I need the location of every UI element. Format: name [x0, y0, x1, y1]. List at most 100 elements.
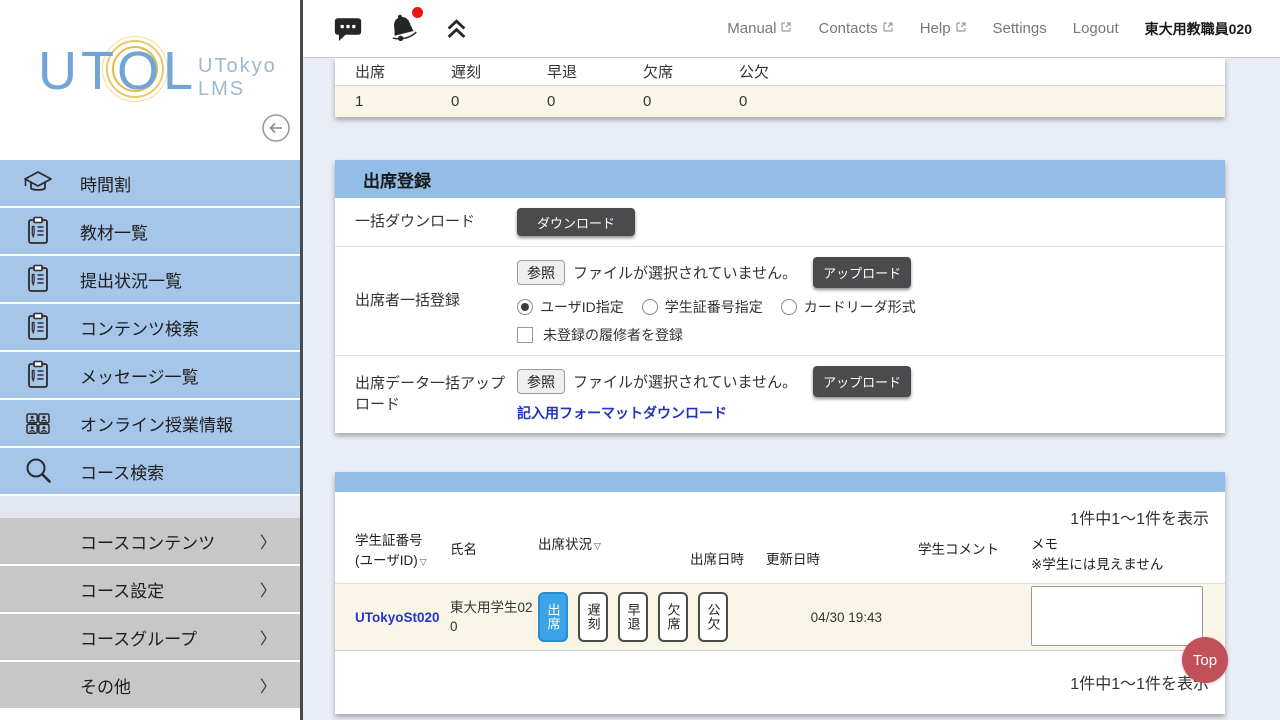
sidebar-item-label: コンテンツ検索 [80, 315, 199, 340]
no-file-selected-text: ファイルが選択されていません。 [573, 371, 797, 392]
column-header-attended-at: 出席日時 [690, 550, 766, 570]
sidebar-item-online-class-info[interactable]: オンライン授業情報 [0, 400, 300, 448]
double-chevron-up-icon[interactable] [443, 15, 470, 42]
sidebar-item-course-settings[interactable]: コース設定 〉 [0, 566, 300, 614]
sidebar-item-materials[interactable]: 教材一覧 [0, 208, 300, 256]
user-name: 東大用教職員020 [1145, 19, 1252, 39]
bulk-register-row: 出席者一括登録 参照 ファイルが選択されていません。 アップロード ユーザID指… [335, 247, 1225, 356]
topbar-links: Manual Contacts Help Settings Logout 東大用… [727, 19, 1280, 39]
sidebar-item-messages[interactable]: メッセージ一覧 [0, 352, 300, 400]
notification-dot [412, 7, 423, 18]
checkbox-label: 未登録の履修者を登録 [543, 325, 683, 345]
summary-value: 0 [451, 93, 547, 110]
status-button-present[interactable]: 出席 [538, 592, 568, 642]
settings-link[interactable]: Settings [993, 20, 1047, 37]
graduation-cap-icon [22, 167, 54, 199]
student-id-cell: UTokyoSt020 [355, 610, 450, 625]
download-button[interactable]: ダウンロード [517, 208, 635, 236]
sidebar-course-menu: コースコンテンツ 〉 コース設定 〉 コースグループ 〉 その他 〉 [0, 518, 300, 710]
logo-area: UTOL UTokyo LMS [0, 0, 300, 160]
summary-col-header: 出席 [355, 61, 451, 82]
sidebar-item-others[interactable]: その他 〉 [0, 662, 300, 710]
clipboard-icon [22, 263, 54, 295]
radio-selected-icon[interactable] [517, 299, 533, 315]
student-id-link[interactable]: UTokyoSt020 [355, 610, 440, 625]
summary-value: 0 [643, 93, 739, 110]
external-link-icon [955, 20, 967, 37]
logo-subtitle: UTokyo LMS [198, 55, 277, 101]
topbar: Manual Contacts Help Settings Logout 東大用… [303, 0, 1280, 58]
online-class-icon [22, 407, 54, 439]
notification-bell-icon[interactable] [385, 11, 421, 47]
sidebar: UTOL UTokyo LMS 時間割 [0, 0, 300, 720]
summary-value-row: 1 0 0 0 0 [335, 86, 1225, 117]
radio-unselected-icon[interactable] [642, 299, 658, 315]
column-header-status[interactable]: 出席状況▽ [538, 535, 690, 555]
attendance-register-section: 出席登録 一括ダウンロード ダウンロード 出席者一括登録 参照 ファイルが選択さ… [335, 160, 1225, 433]
radio-user-id[interactable]: ユーザID指定 [517, 297, 624, 317]
status-button-early-leave[interactable]: 早退 [618, 592, 648, 642]
bulk-download-label: 一括ダウンロード [335, 212, 517, 232]
summary-col-header: 遅刻 [451, 61, 547, 82]
summary-header-row: 出席 遅刻 早退 欠席 公欠 [335, 58, 1225, 86]
sidebar-item-label: コース設定 [80, 577, 164, 602]
column-header-name: 氏名 [450, 540, 538, 560]
checkbox-unchecked-icon[interactable] [517, 327, 533, 343]
register-unregistered-checkbox-row: 未登録の履修者を登録 [517, 325, 1225, 345]
sidebar-item-label: 時間割 [80, 171, 131, 196]
radio-card-reader[interactable]: カードリーダ形式 [781, 297, 916, 317]
bulk-register-label: 出席者一括登録 [335, 291, 517, 311]
summary-value: 0 [547, 93, 643, 110]
logout-link[interactable]: Logout [1073, 20, 1119, 37]
status-button-absent[interactable]: 欠席 [658, 592, 688, 642]
summary-value: 0 [739, 93, 835, 110]
manual-link[interactable]: Manual [727, 20, 792, 37]
summary-col-header: 欠席 [643, 61, 739, 82]
list-header-row: 学生証番号 (ユーザID)▽ 氏名 出席状況▽ 出席日時 更新日時 学生コメント… [335, 531, 1225, 583]
upload-button[interactable]: アップロード [813, 366, 911, 397]
search-icon [22, 455, 54, 487]
sidebar-item-course-search[interactable]: コース検索 [0, 448, 300, 496]
main-content: 出席 遅刻 早退 欠席 公欠 1 0 0 0 0 出席登録 一括ダウンロード ダ… [303, 58, 1280, 720]
sidebar-item-timetable[interactable]: 時間割 [0, 160, 300, 208]
external-link-icon [780, 20, 792, 37]
column-header-student-comment: 学生コメント [886, 540, 1031, 560]
sidebar-item-course-group[interactable]: コースグループ 〉 [0, 614, 300, 662]
sidebar-item-course-contents[interactable]: コースコンテンツ 〉 [0, 518, 300, 566]
format-download-link[interactable]: 記入用フォーマットダウンロード [517, 403, 727, 423]
sidebar-item-label: オンライン授業情報 [80, 411, 233, 436]
browse-button[interactable]: 参照 [517, 369, 565, 394]
sidebar-item-label: コース検索 [80, 459, 164, 484]
help-link[interactable]: Help [920, 20, 967, 37]
table-header-bar [335, 472, 1225, 492]
memo-textarea[interactable] [1031, 586, 1203, 646]
status-button-excused[interactable]: 公欠 [698, 592, 728, 642]
scroll-to-top-button[interactable]: Top [1182, 637, 1228, 683]
chevron-right-icon: 〉 [260, 577, 276, 601]
column-header-student-id[interactable]: 学生証番号 (ユーザID)▽ [355, 531, 450, 570]
chat-icon[interactable] [333, 15, 363, 43]
back-arrow-icon [261, 130, 291, 147]
sidebar-collapse-button[interactable] [261, 113, 291, 143]
sidebar-divider [300, 0, 303, 720]
clipboard-icon [22, 359, 54, 391]
sidebar-item-label: メッセージ一覧 [80, 363, 199, 388]
radio-unselected-icon[interactable] [781, 299, 797, 315]
status-button-late[interactable]: 遅刻 [578, 592, 608, 642]
column-header-updated-at: 更新日時 [766, 550, 886, 570]
table-row: UTokyoSt020 東大用学生020 出席 遅刻 早退 欠席 公欠 04/3… [335, 583, 1225, 651]
topbar-icons [333, 11, 470, 47]
sidebar-main-menu: 時間割 教材一覧 [0, 160, 300, 496]
radio-student-card-number[interactable]: 学生証番号指定 [642, 297, 763, 317]
sidebar-item-content-search[interactable]: コンテンツ検索 [0, 304, 300, 352]
contacts-link[interactable]: Contacts [818, 20, 893, 37]
sidebar-spacer [0, 496, 300, 518]
browse-button[interactable]: 参照 [517, 260, 565, 285]
sort-icon: ▽ [594, 541, 601, 551]
footer-count-text: 1件中1〜1件を表示 [335, 651, 1225, 714]
sidebar-item-submission-status[interactable]: 提出状況一覧 [0, 256, 300, 304]
status-button-group: 出席 遅刻 早退 欠席 公欠 [538, 592, 690, 642]
chevron-right-icon: 〉 [260, 625, 276, 649]
upload-button[interactable]: アップロード [813, 257, 911, 288]
summary-col-header: 公欠 [739, 61, 835, 82]
